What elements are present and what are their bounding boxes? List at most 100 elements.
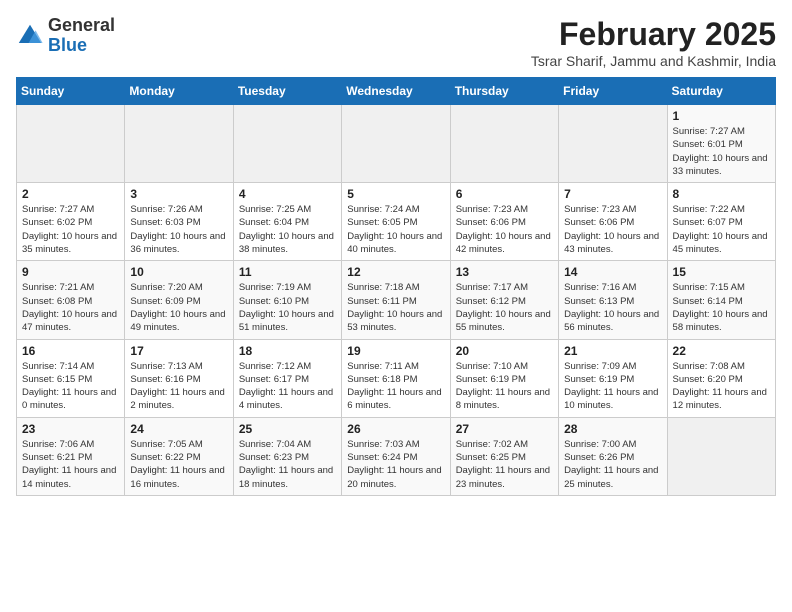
day-number: 2: [22, 187, 119, 201]
calendar-cell: [667, 417, 775, 495]
day-number: 17: [130, 344, 227, 358]
day-info: Sunrise: 7:03 AM Sunset: 6:24 PM Dayligh…: [347, 438, 444, 491]
day-info: Sunrise: 7:15 AM Sunset: 6:14 PM Dayligh…: [673, 281, 770, 334]
calendar-cell: [342, 105, 450, 183]
day-number: 14: [564, 265, 661, 279]
calendar-cell: 14 Sunrise: 7:16 AM Sunset: 6:13 PM Dayli…: [559, 261, 667, 339]
day-number: 18: [239, 344, 336, 358]
title-block: February 2025 Tsrar Sharif, Jammu and Ka…: [531, 16, 776, 69]
day-info: Sunrise: 7:25 AM Sunset: 6:04 PM Dayligh…: [239, 203, 336, 256]
day-info: Sunrise: 7:11 AM Sunset: 6:18 PM Dayligh…: [347, 360, 444, 413]
day-number: 12: [347, 265, 444, 279]
calendar-week-row: 16Sunrise: 7:14 AM Sunset: 6:15 PM Dayli…: [17, 339, 776, 417]
day-number: 19: [347, 344, 444, 358]
weekday-header-row: SundayMondayTuesdayWednesdayThursdayFrid…: [17, 78, 776, 105]
day-number: 22: [673, 344, 770, 358]
calendar-cell: 2 Sunrise: 7:27 AM Sunset: 6:02 PM Daylig…: [17, 183, 125, 261]
logo-icon: [16, 22, 44, 50]
day-info: Sunrise: 7:17 AM Sunset: 6:12 PM Dayligh…: [456, 281, 553, 334]
weekday-header: Friday: [559, 78, 667, 105]
day-number: 23: [22, 422, 119, 436]
day-number: 9: [22, 265, 119, 279]
calendar-cell: [559, 105, 667, 183]
day-info: Sunrise: 7:02 AM Sunset: 6:25 PM Dayligh…: [456, 438, 553, 491]
calendar-cell: 22Sunrise: 7:08 AM Sunset: 6:20 PM Dayli…: [667, 339, 775, 417]
day-number: 1: [673, 109, 770, 123]
calendar-cell: 21 Sunrise: 7:09 AM Sunset: 6:19 PM Dayli…: [559, 339, 667, 417]
day-number: 26: [347, 422, 444, 436]
calendar-cell: 12 Sunrise: 7:18 AM Sunset: 6:11 PM Dayli…: [342, 261, 450, 339]
day-number: 27: [456, 422, 553, 436]
day-info: Sunrise: 7:12 AM Sunset: 6:17 PM Dayligh…: [239, 360, 336, 413]
day-number: 13: [456, 265, 553, 279]
weekday-header: Monday: [125, 78, 233, 105]
day-number: 4: [239, 187, 336, 201]
weekday-header: Sunday: [17, 78, 125, 105]
day-info: Sunrise: 7:23 AM Sunset: 6:06 PM Dayligh…: [456, 203, 553, 256]
calendar-cell: 9Sunrise: 7:21 AM Sunset: 6:08 PM Daylig…: [17, 261, 125, 339]
calendar-cell: 26 Sunrise: 7:03 AM Sunset: 6:24 PM Dayli…: [342, 417, 450, 495]
logo: General Blue: [16, 16, 115, 56]
calendar-cell: 11 Sunrise: 7:19 AM Sunset: 6:10 PM Dayli…: [233, 261, 341, 339]
day-number: 8: [673, 187, 770, 201]
calendar-week-row: 23 Sunrise: 7:06 AM Sunset: 6:21 PM Dayli…: [17, 417, 776, 495]
calendar-cell: [125, 105, 233, 183]
day-info: Sunrise: 7:18 AM Sunset: 6:11 PM Dayligh…: [347, 281, 444, 334]
calendar-cell: 24 Sunrise: 7:05 AM Sunset: 6:22 PM Dayli…: [125, 417, 233, 495]
day-info: Sunrise: 7:09 AM Sunset: 6:19 PM Dayligh…: [564, 360, 661, 413]
day-info: Sunrise: 7:13 AM Sunset: 6:16 PM Dayligh…: [130, 360, 227, 413]
calendar-cell: 28 Sunrise: 7:00 AM Sunset: 6:26 PM Dayli…: [559, 417, 667, 495]
day-info: Sunrise: 7:22 AM Sunset: 6:07 PM Dayligh…: [673, 203, 770, 256]
day-info: Sunrise: 7:24 AM Sunset: 6:05 PM Dayligh…: [347, 203, 444, 256]
calendar-cell: 15 Sunrise: 7:15 AM Sunset: 6:14 PM Dayli…: [667, 261, 775, 339]
weekday-header: Thursday: [450, 78, 558, 105]
day-number: 11: [239, 265, 336, 279]
calendar-cell: 19 Sunrise: 7:11 AM Sunset: 6:18 PM Dayli…: [342, 339, 450, 417]
calendar-cell: 1 Sunrise: 7:27 AM Sunset: 6:01 PM Daylig…: [667, 105, 775, 183]
calendar-week-row: 2 Sunrise: 7:27 AM Sunset: 6:02 PM Daylig…: [17, 183, 776, 261]
day-info: Sunrise: 7:10 AM Sunset: 6:19 PM Dayligh…: [456, 360, 553, 413]
day-number: 10: [130, 265, 227, 279]
day-number: 28: [564, 422, 661, 436]
day-number: 5: [347, 187, 444, 201]
day-number: 20: [456, 344, 553, 358]
calendar-cell: 7Sunrise: 7:23 AM Sunset: 6:06 PM Daylig…: [559, 183, 667, 261]
calendar-cell: 3Sunrise: 7:26 AM Sunset: 6:03 PM Daylig…: [125, 183, 233, 261]
calendar-subtitle: Tsrar Sharif, Jammu and Kashmir, India: [531, 53, 776, 69]
calendar-week-row: 9Sunrise: 7:21 AM Sunset: 6:08 PM Daylig…: [17, 261, 776, 339]
day-info: Sunrise: 7:27 AM Sunset: 6:01 PM Dayligh…: [673, 125, 770, 178]
weekday-header: Wednesday: [342, 78, 450, 105]
day-number: 25: [239, 422, 336, 436]
calendar-cell: 23 Sunrise: 7:06 AM Sunset: 6:21 PM Dayli…: [17, 417, 125, 495]
calendar-table: SundayMondayTuesdayWednesdayThursdayFrid…: [16, 77, 776, 496]
day-info: Sunrise: 7:05 AM Sunset: 6:22 PM Dayligh…: [130, 438, 227, 491]
day-info: Sunrise: 7:19 AM Sunset: 6:10 PM Dayligh…: [239, 281, 336, 334]
calendar-cell: 10 Sunrise: 7:20 AM Sunset: 6:09 PM Dayli…: [125, 261, 233, 339]
calendar-cell: 13 Sunrise: 7:17 AM Sunset: 6:12 PM Dayli…: [450, 261, 558, 339]
page-header: General Blue February 2025 Tsrar Sharif,…: [16, 16, 776, 69]
day-number: 6: [456, 187, 553, 201]
logo-general: General: [48, 15, 115, 35]
day-info: Sunrise: 7:20 AM Sunset: 6:09 PM Dayligh…: [130, 281, 227, 334]
logo-blue: Blue: [48, 35, 87, 55]
day-info: Sunrise: 7:16 AM Sunset: 6:13 PM Dayligh…: [564, 281, 661, 334]
calendar-cell: 17 Sunrise: 7:13 AM Sunset: 6:16 PM Dayli…: [125, 339, 233, 417]
day-number: 15: [673, 265, 770, 279]
day-number: 16: [22, 344, 119, 358]
calendar-cell: 27 Sunrise: 7:02 AM Sunset: 6:25 PM Dayli…: [450, 417, 558, 495]
calendar-cell: 6 Sunrise: 7:23 AM Sunset: 6:06 PM Daylig…: [450, 183, 558, 261]
calendar-cell: 16Sunrise: 7:14 AM Sunset: 6:15 PM Dayli…: [17, 339, 125, 417]
weekday-header: Saturday: [667, 78, 775, 105]
weekday-header: Tuesday: [233, 78, 341, 105]
calendar-cell: 4 Sunrise: 7:25 AM Sunset: 6:04 PM Daylig…: [233, 183, 341, 261]
day-info: Sunrise: 7:27 AM Sunset: 6:02 PM Dayligh…: [22, 203, 119, 256]
day-number: 21: [564, 344, 661, 358]
day-number: 24: [130, 422, 227, 436]
day-number: 7: [564, 187, 661, 201]
calendar-cell: [450, 105, 558, 183]
day-info: Sunrise: 7:26 AM Sunset: 6:03 PM Dayligh…: [130, 203, 227, 256]
day-info: Sunrise: 7:04 AM Sunset: 6:23 PM Dayligh…: [239, 438, 336, 491]
calendar-cell: [233, 105, 341, 183]
day-info: Sunrise: 7:00 AM Sunset: 6:26 PM Dayligh…: [564, 438, 661, 491]
day-info: Sunrise: 7:06 AM Sunset: 6:21 PM Dayligh…: [22, 438, 119, 491]
